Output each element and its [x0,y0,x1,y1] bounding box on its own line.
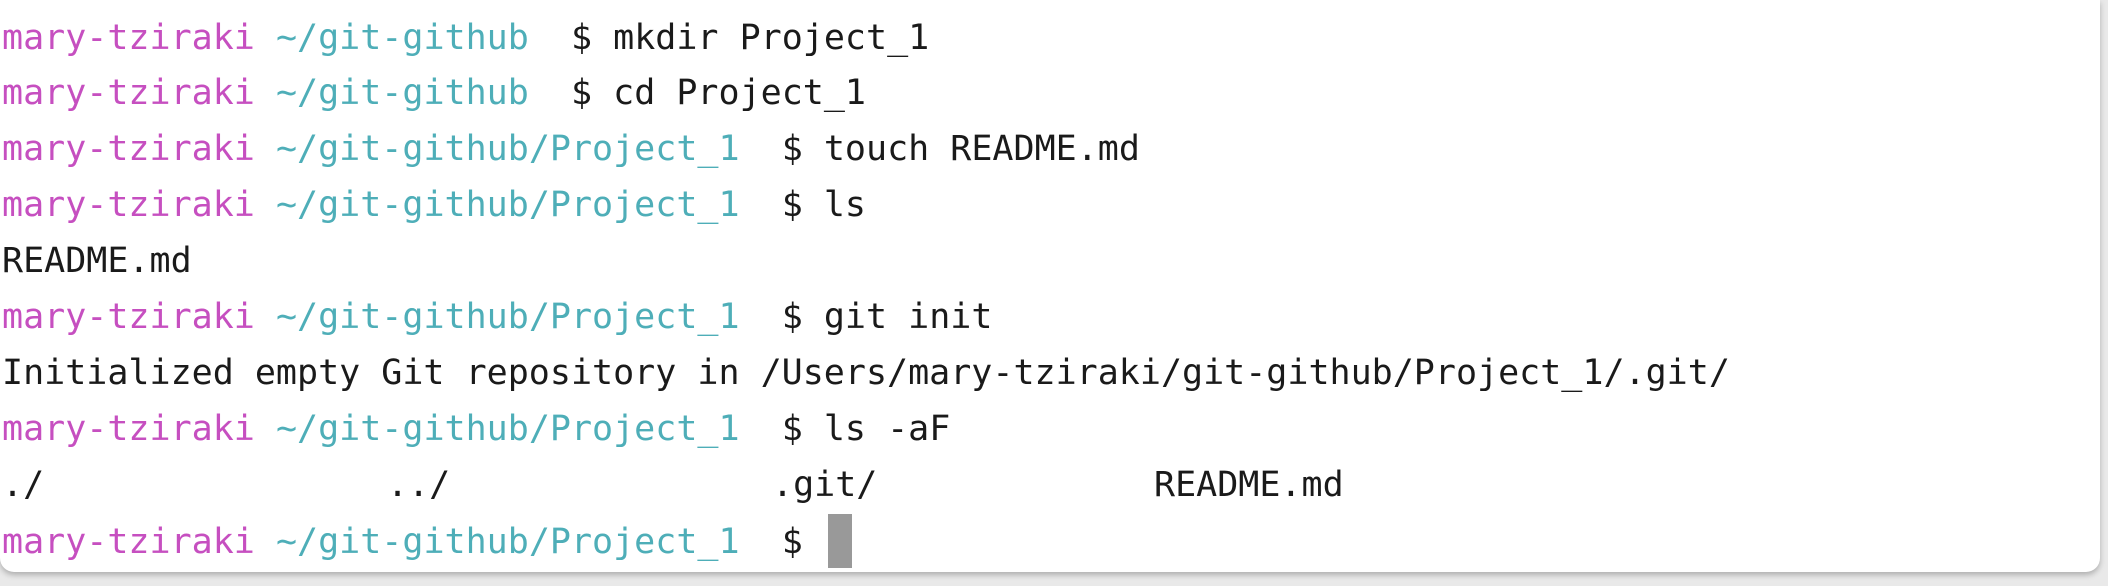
command-text: touch README.md [823,129,1140,169]
ls-entry: ../ [387,465,451,505]
prompt-path: ~/git-github/Project_1 [275,522,740,562]
command-text: git init [823,297,993,337]
terminal-window[interactable]: mary-tziraki ~/git-github $ mkdir Projec… [0,0,2100,572]
ls-entry: .git/ [772,465,878,505]
prompt-dollar: $ [570,73,593,113]
command-text: ls -aF [823,409,951,449]
prompt-dollar: $ [781,409,803,449]
prompt-line: mary-tziraki ~/git-github/Project_1 $ gi… [2,292,992,342]
ls-output-line: ./ ../ .git/ README.md [2,460,1502,510]
prompt-dollar: $ [570,18,593,58]
prompt-line: mary-tziraki ~/git-github/Project_1 $ ls [2,180,866,230]
command-text: cd Project_1 [613,73,867,113]
prompt-user: mary-tziraki [2,73,255,113]
ls-entry: ./ [2,465,45,505]
ls-entry: README.md [1154,465,1344,505]
prompt-user: mary-tziraki [2,129,255,169]
prompt-path: ~/git-github [275,73,529,113]
prompt-path: ~/git-github/Project_1 [275,185,740,225]
prompt-user: mary-tziraki [2,522,255,562]
output-line: README.md [2,241,192,281]
prompt-dollar: $ [781,522,803,562]
prompt-line: mary-tziraki ~/git-github/Project_1 $ to… [2,124,1140,174]
prompt-path: ~/git-github [275,18,529,58]
command-text: mkdir Project_1 [613,18,930,58]
prompt-line: mary-tziraki ~/git-github $ cd Project_1 [2,68,866,118]
prompt-dollar: $ [781,129,803,169]
prompt-user: mary-tziraki [2,409,255,449]
prompt-user: mary-tziraki [2,297,255,337]
prompt-dollar: $ [781,297,803,337]
prompt-path: ~/git-github/Project_1 [275,297,740,337]
output-line: Initialized empty Git repository in /Use… [2,353,1730,393]
prompt-line: mary-tziraki ~/git-github/Project_1 $ ls… [2,404,950,454]
prompt-user: mary-tziraki [2,185,255,225]
command-text: ls [823,185,867,225]
prompt-dollar: $ [781,185,803,225]
prompt-path: ~/git-github/Project_1 [275,129,740,169]
text-cursor [827,514,852,568]
prompt-user: mary-tziraki [2,18,255,58]
prompt-line: mary-tziraki ~/git-github $ mkdir Projec… [2,13,929,63]
active-prompt-line[interactable]: mary-tziraki ~/git-github/Project_1 $ [2,514,852,568]
prompt-path: ~/git-github/Project_1 [275,409,740,449]
